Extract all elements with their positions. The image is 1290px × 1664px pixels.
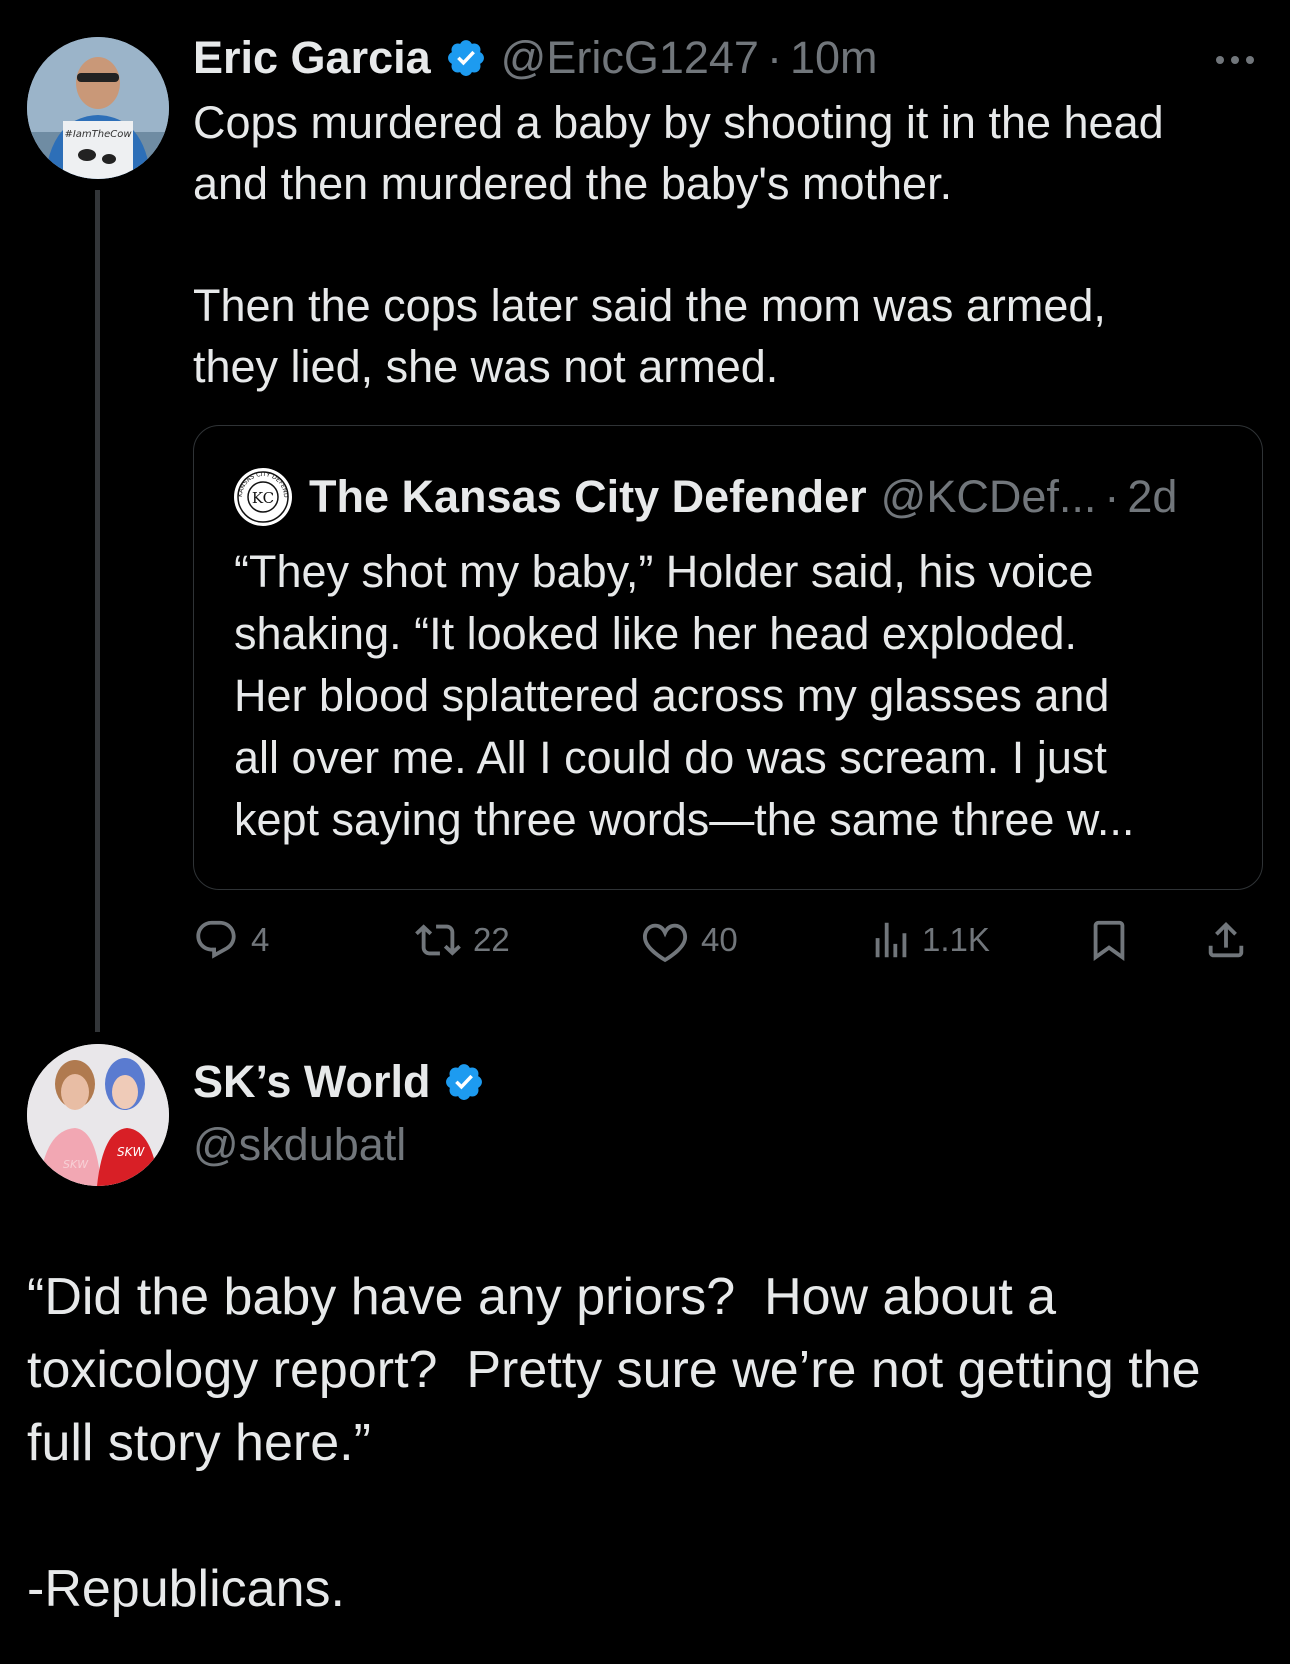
tweet-header: Eric Garcia @EricG1247 · 10m: [193, 30, 878, 86]
more-options-button[interactable]: [1210, 40, 1260, 80]
repost-icon: [415, 924, 461, 956]
avatar-shirt-text-left: SKW: [63, 1158, 89, 1171]
repost-button[interactable]: 22: [415, 915, 510, 965]
author-name[interactable]: SK’s World: [193, 1056, 431, 1108]
share-icon: [1208, 921, 1244, 958]
avatar-shirt-text: #IamTheCow: [64, 129, 132, 140]
author-name[interactable]: Eric Garcia: [193, 32, 431, 84]
tweet-body-text: Cops murdered a baby by shooting it in t…: [193, 97, 1164, 392]
verified-badge-icon: [443, 1061, 485, 1103]
thread-connector-line: [95, 190, 100, 1032]
views-count: 1.1K: [922, 921, 990, 958]
tweet-timestamp[interactable]: 10m: [790, 32, 878, 84]
quote-body-text: “They shot my baby,” Holder said, his vo…: [234, 546, 1135, 845]
like-count: 40: [701, 921, 738, 958]
more-dots-icon: [1216, 56, 1254, 64]
reply-button[interactable]: 4: [193, 915, 269, 965]
kc-defender-logo-icon: KC KANSAS CITY DEFENDER: [234, 468, 291, 525]
author-avatar[interactable]: SKW SKW: [27, 1044, 169, 1186]
reply-count: 4: [251, 921, 270, 958]
time-separator: ·: [766, 32, 782, 83]
like-button[interactable]: 40: [643, 915, 738, 965]
verified-badge-icon: [445, 37, 487, 79]
share-button[interactable]: [1203, 915, 1249, 965]
quote-author-handle: @KCDef...: [880, 471, 1097, 522]
quoted-tweet-card[interactable]: KC KANSAS CITY DEFENDER The Kansas City …: [193, 425, 1263, 890]
views-chart-icon: [875, 922, 907, 958]
bookmark-icon: [1093, 920, 1125, 961]
quote-author-avatar: KC KANSAS CITY DEFENDER: [234, 468, 292, 526]
avatar-photo: #IamTheCow: [27, 37, 169, 179]
avatar-photo: SKW SKW: [27, 1044, 169, 1186]
quote-time-separator: ·: [1104, 471, 1120, 522]
author-handle[interactable]: @EricG1247: [501, 32, 759, 84]
quote-author-name: The Kansas City Defender: [309, 471, 867, 522]
quote-header: The Kansas City Defender @KCDef... · 2d: [309, 469, 1177, 525]
quote-timestamp: 2d: [1127, 471, 1178, 522]
heart-icon: [643, 923, 688, 963]
tweet-body-text: “Did the baby have any priors? How about…: [27, 1268, 1201, 1618]
author-avatar[interactable]: #IamTheCow: [27, 37, 169, 179]
bookmark-button[interactable]: [1086, 915, 1132, 965]
avatar-shirt-text-right: SKW: [117, 1145, 145, 1159]
tweet-header: SK’s World: [193, 1054, 485, 1110]
tweet-action-bar: 4 22 40 1.1K: [193, 915, 1263, 965]
views-button[interactable]: 1.1K: [868, 915, 990, 965]
repost-count: 22: [473, 921, 510, 958]
reply-icon: [196, 920, 236, 959]
author-handle[interactable]: @skdubatl: [193, 1119, 406, 1171]
kc-logo-text: KC: [252, 489, 274, 507]
author-handle-row: @skdubatl: [193, 1117, 406, 1173]
